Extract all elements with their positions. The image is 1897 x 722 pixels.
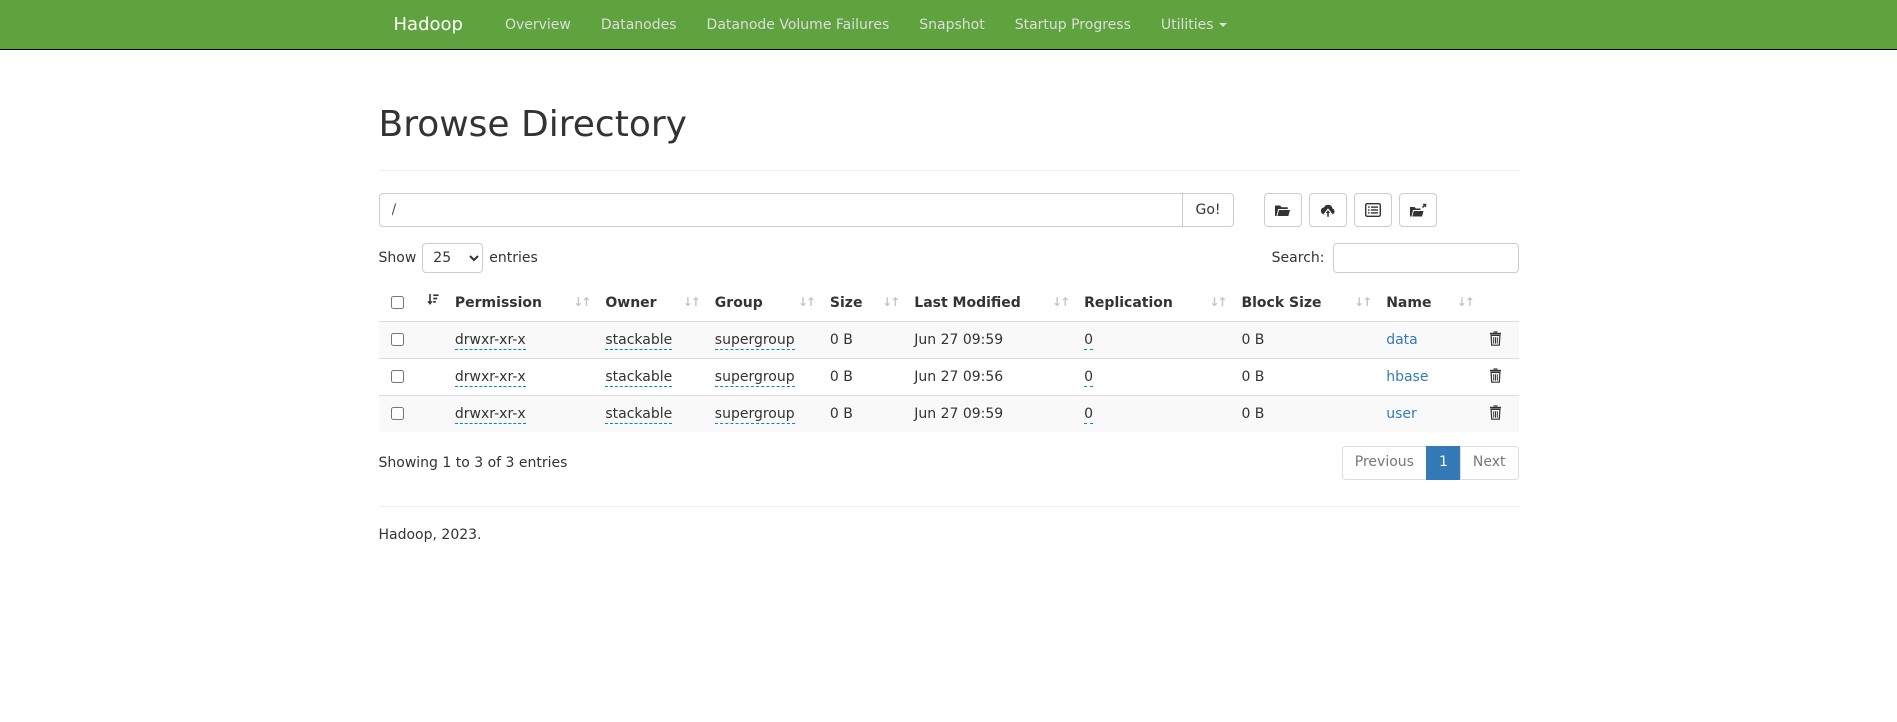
column-header-group[interactable]: Group [707,285,822,322]
column-header-actions [1481,285,1519,322]
navbar-brand[interactable]: Hadoop [379,0,478,50]
folder-open-icon [1274,203,1291,218]
size-cell: 0 B [822,359,906,396]
size-cell: 0 B [822,322,906,359]
pagination-previous[interactable]: Previous [1342,446,1427,480]
size-cell: 0 B [822,396,906,433]
replication-editable[interactable]: 0 [1084,332,1093,350]
trash-icon [1489,331,1502,346]
page-title: Browse Directory [379,105,1519,145]
group-editable[interactable]: supergroup [715,332,795,350]
directory-path-input[interactable] [379,193,1184,227]
column-header-name[interactable]: Name [1378,285,1481,322]
file-list-button[interactable] [1354,193,1392,227]
directory-table: Permission Owner Group Size Last Modifie… [379,285,1519,432]
block-size-cell: 0 B [1233,359,1378,396]
permission-editable[interactable]: drwxr-xr-x [455,406,526,424]
go-button[interactable]: Go! [1183,193,1233,227]
owner-editable[interactable]: stackable [605,332,672,350]
table-header-row: Permission Owner Group Size Last Modifie… [379,285,1519,322]
footer-divider [379,506,1519,507]
sort-icon [1209,295,1225,309]
row-checkbox[interactable] [391,333,404,346]
row-checkbox[interactable] [391,407,404,420]
pagination: Previous 1 Next [1342,446,1519,480]
show-label: Show [379,250,417,266]
table-row: drwxr-xr-x stackable supergroup 0 B Jun … [379,359,1519,396]
nav-item-datanode-volume-failures[interactable]: Datanode Volume Failures [692,0,905,50]
owner-editable[interactable]: stackable [605,369,672,387]
table-search-control: Search: [1272,243,1519,273]
folder-move-icon [1409,203,1427,218]
table-row: drwxr-xr-x stackable supergroup 0 B Jun … [379,322,1519,359]
top-navbar: Hadoop Overview Datanodes Datanode Volum… [0,0,1897,50]
block-size-cell: 0 B [1233,322,1378,359]
row-checkbox[interactable] [391,370,404,383]
last-modified-cell: Jun 27 09:59 [906,322,1076,359]
sort-icon [882,295,898,309]
replication-editable[interactable]: 0 [1084,369,1093,387]
permission-editable[interactable]: drwxr-xr-x [455,369,526,387]
page-header: Browse Directory [379,105,1519,171]
sort-icon [1052,295,1068,309]
navbar-menu: Overview Datanodes Datanode Volume Failu… [478,0,1242,50]
directory-link[interactable]: data [1386,332,1418,348]
last-modified-cell: Jun 27 09:56 [906,359,1076,396]
move-directory-button[interactable] [1399,193,1437,227]
page-length-select[interactable]: 25 [422,243,483,273]
create-directory-button[interactable] [1264,193,1302,227]
block-size-cell: 0 B [1233,396,1378,433]
column-header-last-modified[interactable]: Last Modified [906,285,1076,322]
group-editable[interactable]: supergroup [715,406,795,424]
table-row: drwxr-xr-x stackable supergroup 0 B Jun … [379,396,1519,433]
column-header-size[interactable]: Size [822,285,906,322]
pagination-page-1[interactable]: 1 [1426,446,1461,480]
trash-icon [1489,405,1502,420]
sort-icon [1354,295,1370,309]
nav-item-utilities[interactable]: Utilities [1146,0,1242,50]
column-header-owner[interactable]: Owner [597,285,706,322]
cloud-upload-icon [1319,203,1337,218]
site-footer-text: Hadoop, 2023. [379,527,1519,703]
explorer-toolbar [1264,193,1437,227]
owner-editable[interactable]: stackable [605,406,672,424]
column-header-block-size[interactable]: Block Size [1233,285,1378,322]
upload-files-button[interactable] [1309,193,1347,227]
utilities-label: Utilities [1161,17,1214,33]
entries-label: entries [489,250,538,266]
directory-link[interactable]: hbase [1386,369,1428,385]
sort-icon [573,295,589,309]
select-all-checkbox[interactable] [391,296,404,309]
replication-editable[interactable]: 0 [1084,406,1093,424]
directory-link[interactable]: user [1386,406,1417,422]
permission-editable[interactable]: drwxr-xr-x [455,332,526,350]
table-info: Showing 1 to 3 of 3 entries [379,455,568,471]
sort-icon [798,295,814,309]
pagination-next[interactable]: Next [1460,446,1519,480]
delete-button[interactable] [1489,331,1502,346]
nav-item-snapshot[interactable]: Snapshot [904,0,999,50]
page-length-control: Show 25 entries [379,243,538,273]
last-modified-cell: Jun 27 09:59 [906,396,1076,433]
sort-icon [1457,295,1473,309]
select-all-header[interactable] [379,285,447,322]
nav-item-overview[interactable]: Overview [490,0,586,50]
sort-icon [683,295,699,309]
trash-icon [1489,368,1502,383]
group-editable[interactable]: supergroup [715,369,795,387]
list-alt-icon [1365,203,1381,217]
delete-button[interactable] [1489,368,1502,383]
column-header-permission[interactable]: Permission [447,285,597,322]
chevron-down-icon [1219,23,1227,27]
delete-button[interactable] [1489,405,1502,420]
search-label: Search: [1272,250,1325,266]
column-header-replication[interactable]: Replication [1076,285,1233,322]
table-search-input[interactable] [1333,243,1519,273]
nav-item-startup-progress[interactable]: Startup Progress [1000,0,1146,50]
sort-by-attributes-icon [426,293,439,306]
nav-item-datanodes[interactable]: Datanodes [586,0,692,50]
path-input-group: Go! [379,193,1234,227]
